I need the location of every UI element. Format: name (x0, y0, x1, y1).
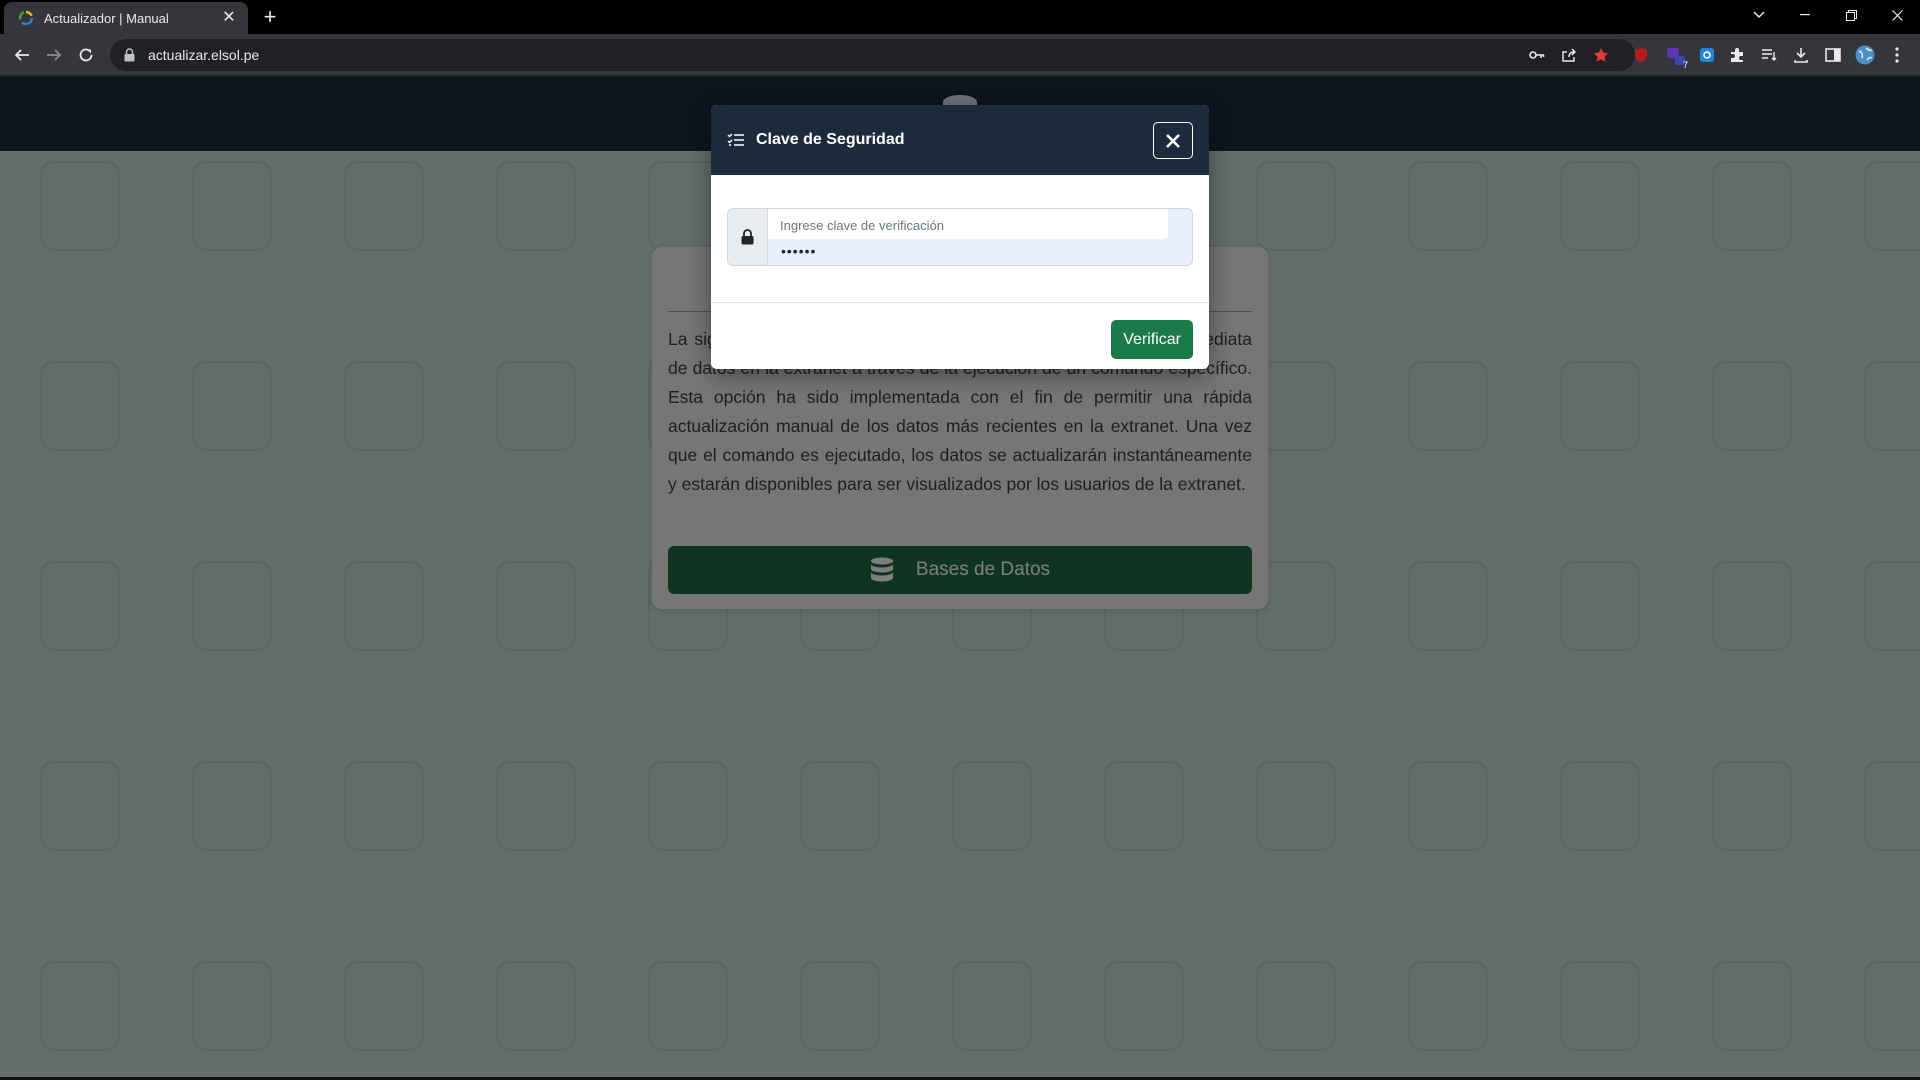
verification-key-label: Ingrese clave de verificación (768, 209, 1168, 239)
back-arrow-icon[interactable] (8, 41, 36, 69)
modal-close-button[interactable] (1153, 122, 1193, 159)
star-icon[interactable] (1590, 44, 1612, 66)
verification-key-value: •••••• (781, 243, 817, 259)
minimize-icon[interactable] (1782, 0, 1828, 30)
list-icon (727, 132, 745, 148)
screen-capture-icon[interactable] (1696, 44, 1718, 66)
lock-icon[interactable] (124, 48, 136, 62)
profile-avatar-icon[interactable] (1854, 44, 1876, 66)
modal-body: Ingrese clave de verificación •••••• (711, 175, 1209, 302)
password-input-group: Ingrese clave de verificación •••••• (727, 208, 1193, 266)
modal-footer: Verificar (711, 302, 1209, 369)
share-icon[interactable] (1558, 44, 1580, 66)
tab-strip: Actualizador | Manual ✕ + (0, 0, 1920, 34)
refresh-logo-icon (18, 10, 34, 26)
address-bar[interactable]: actualizar.elsol.pe (110, 39, 1635, 71)
browser-tab[interactable]: Actualizador | Manual ✕ (4, 2, 248, 34)
browser-toolbar: actualizar.elsol.pe 7 (0, 34, 1920, 76)
extension-badge-icon[interactable]: 7 (1664, 44, 1688, 70)
menu-dots-icon[interactable] (1886, 44, 1908, 66)
lock-icon (741, 229, 754, 245)
modal-header: Clave de Seguridad (711, 105, 1209, 175)
new-tab-button[interactable]: + (258, 6, 282, 30)
url-text: actualizar.elsol.pe (148, 47, 260, 63)
forward-arrow-icon[interactable] (40, 41, 68, 69)
close-icon (1166, 133, 1180, 148)
download-icon[interactable] (1790, 44, 1812, 66)
security-key-modal: Clave de Seguridad Ingrese clave de veri… (711, 105, 1209, 369)
close-tab-icon[interactable]: ✕ (220, 9, 238, 27)
reload-icon[interactable] (72, 41, 100, 69)
side-panel-icon[interactable] (1822, 44, 1844, 66)
tab-title: Actualizador | Manual (44, 10, 169, 26)
lock-addon (728, 209, 768, 265)
verify-button[interactable]: Verificar (1111, 320, 1193, 359)
extension-badge-count: 7 (1682, 60, 1688, 70)
close-window-icon[interactable] (1874, 0, 1920, 30)
reading-list-icon[interactable] (1758, 44, 1780, 66)
modal-title: Clave de Seguridad (756, 131, 905, 148)
key-icon[interactable] (1526, 44, 1548, 66)
tab-search-icon[interactable] (1736, 0, 1782, 30)
restore-icon[interactable] (1828, 0, 1874, 30)
verification-key-input[interactable]: Ingrese clave de verificación •••••• (768, 209, 1192, 265)
puzzle-icon[interactable] (1726, 44, 1748, 66)
ublock-icon[interactable] (1630, 44, 1652, 66)
